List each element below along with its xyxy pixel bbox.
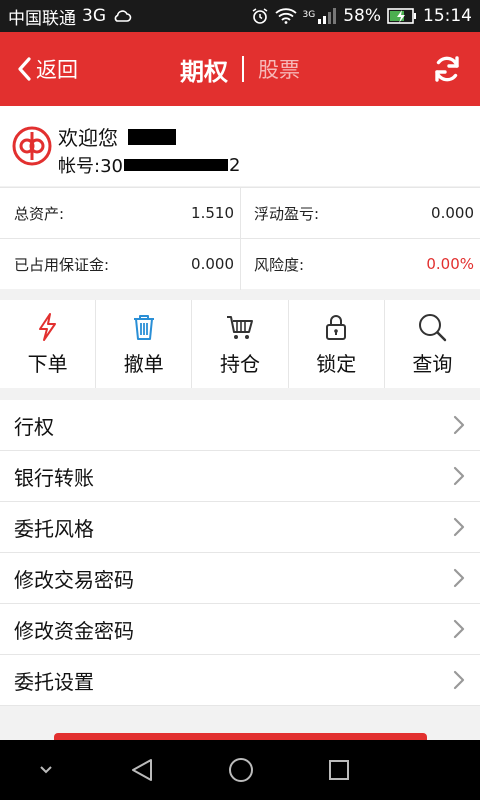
lock-button[interactable]: 锁定 (289, 300, 385, 388)
battery-percent: 58% (343, 6, 381, 26)
positions-button[interactable]: 持仓 (192, 300, 289, 388)
query-button[interactable]: 查询 (385, 300, 480, 388)
search-icon (419, 314, 447, 342)
action-bar: 下单 撤单 持仓 锁定 查询 (0, 300, 480, 388)
total-assets-label: 总资产: (14, 204, 65, 223)
tab-separator (242, 56, 244, 82)
account-row: 帐号:30 2 (58, 152, 240, 178)
margin-used-cell: 已占用保证金: 0.000 (14, 239, 234, 289)
lightning-icon (38, 313, 56, 341)
floating-pnl-value: 0.000 (431, 204, 474, 222)
menu-item-label: 银行转账 (14, 465, 94, 490)
chevron-right-icon (453, 415, 465, 435)
total-assets-cell: 总资产: 1.510 (14, 188, 234, 238)
network-label: 3G (82, 6, 106, 26)
column-divider (240, 188, 241, 290)
refresh-icon[interactable] (432, 54, 462, 84)
risk-degree-value: 0.00% (426, 255, 474, 273)
segment-tabs: 期权 股票 (0, 32, 480, 106)
place-order-label: 下单 (27, 352, 68, 376)
status-bar: 中国联通 3G 3G 58% 15:14 (0, 0, 480, 32)
margin-used-label: 已占用保证金: (14, 255, 110, 274)
menu-item-order-style[interactable]: 委托风格 (0, 502, 480, 553)
settings-menu: 行权 银行转账 委托风格 修改交易密码 修改资金密码 委托设置 (0, 400, 480, 706)
query-label: 查询 (412, 352, 453, 376)
menu-item-exercise[interactable]: 行权 (0, 400, 480, 451)
user-info-panel: 欢迎您 帐号:30 2 (0, 106, 480, 186)
menu-item-label: 委托风格 (14, 516, 94, 541)
chevron-right-icon (453, 466, 465, 486)
floating-pnl-cell: 浮动盈亏: 0.000 (254, 188, 474, 238)
chevron-right-icon (453, 568, 465, 588)
cancel-order-label: 撤单 (123, 352, 164, 376)
tab-options[interactable]: 期权 (180, 52, 228, 87)
menu-item-label: 修改资金密码 (14, 618, 134, 643)
cancel-order-button[interactable]: 撤单 (96, 300, 193, 388)
row-divider (0, 238, 480, 239)
margin-used-value: 0.000 (191, 255, 234, 273)
risk-degree-label: 风险度: (254, 255, 305, 274)
chevron-right-icon (453, 619, 465, 639)
floating-pnl-label: 浮动盈亏: (254, 204, 320, 223)
asset-summary: 总资产: 1.510 浮动盈亏: 0.000 已占用保证金: 0.000 风险度… (0, 187, 480, 290)
carrier-label: 中国联通 (8, 8, 76, 29)
welcome-text: 欢迎您 (58, 126, 118, 150)
account-suffix: 2 (228, 154, 241, 176)
positions-label: 持仓 (220, 352, 260, 376)
clock: 15:14 (423, 6, 472, 26)
chevron-right-icon (453, 670, 465, 690)
menu-item-label: 修改交易密码 (14, 567, 134, 592)
back-triangle-icon[interactable] (129, 757, 155, 783)
tab-stocks[interactable]: 股票 (258, 54, 300, 84)
signal-tag: 3G (302, 10, 316, 20)
risk-degree-cell: 风险度: 0.00% (254, 239, 474, 289)
wifi-icon (274, 8, 297, 24)
trash-icon (133, 315, 154, 340)
total-assets-value: 1.510 (191, 204, 234, 222)
shopping-cart-icon (227, 316, 253, 339)
recents-square-icon[interactable] (327, 758, 351, 782)
menu-item-order-settings[interactable]: 委托设置 (0, 655, 480, 706)
welcome-row: 欢迎您 (58, 122, 176, 151)
menu-item-label: 行权 (14, 414, 54, 439)
account-prefix: 帐号:30 (58, 156, 123, 177)
bank-logo-icon (12, 126, 52, 166)
alarm-icon (252, 8, 267, 24)
system-nav-bar (0, 740, 480, 800)
battery-charging-icon (387, 8, 416, 24)
app-header: 返回 期权 股票 (0, 32, 480, 106)
cloud-icon (114, 10, 132, 22)
redacted-username (128, 128, 176, 145)
chevron-down-icon[interactable] (36, 763, 56, 777)
home-circle-icon[interactable] (228, 757, 254, 783)
place-order-button[interactable]: 下单 (0, 300, 97, 388)
signal-icon (318, 8, 337, 24)
menu-item-change-fund-password[interactable]: 修改资金密码 (0, 604, 480, 655)
redacted-account-number (123, 159, 228, 171)
chevron-right-icon (453, 517, 465, 537)
menu-item-label: 委托设置 (14, 669, 94, 694)
menu-item-bank-transfer[interactable]: 银行转账 (0, 451, 480, 502)
lock-label: 锁定 (316, 352, 357, 376)
menu-item-change-trade-password[interactable]: 修改交易密码 (0, 553, 480, 604)
lock-icon (326, 315, 347, 340)
